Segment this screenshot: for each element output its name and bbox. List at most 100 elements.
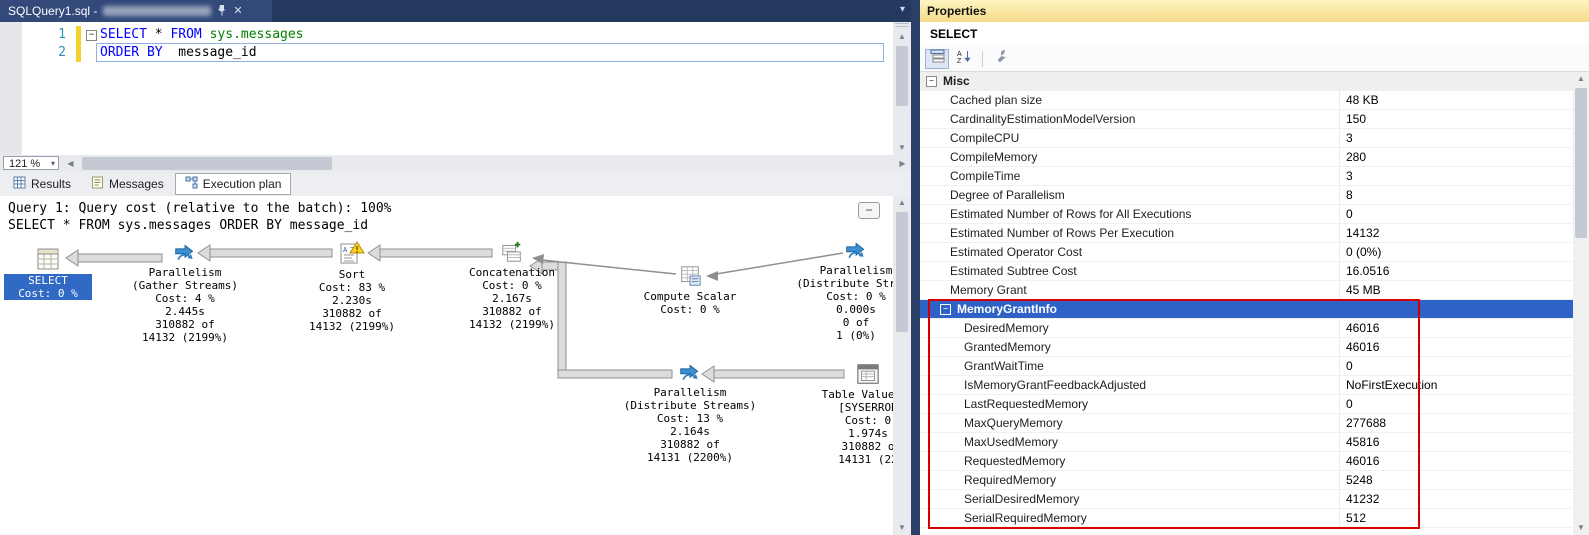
plan-node-line: 14132 (2199%) bbox=[115, 331, 255, 344]
property-name: SerialRequiredMemory bbox=[920, 509, 1340, 527]
scrollbar-thumb[interactable] bbox=[82, 157, 332, 170]
plan-node-compute-scalar[interactable]: Compute Scalar Cost: 0 % bbox=[620, 264, 760, 316]
property-row[interactable]: MaxUsedMemory45816 bbox=[920, 433, 1573, 452]
breakpoint-margin[interactable] bbox=[0, 22, 22, 155]
property-value: 0 (0%) bbox=[1340, 243, 1573, 261]
property-row[interactable]: CompileCPU3 bbox=[920, 129, 1573, 148]
property-row[interactable]: CompileTime3 bbox=[920, 167, 1573, 186]
plan-node-line: 310882 of bbox=[442, 305, 582, 318]
property-row[interactable]: CardinalityEstimationModelVersion150 bbox=[920, 110, 1573, 129]
property-row[interactable]: GrantedMemory46016 bbox=[920, 338, 1573, 357]
pin-icon[interactable] bbox=[217, 4, 227, 19]
plan-node-parallelism-gather[interactable]: Parallelism (Gather Streams) Cost: 4 % 2… bbox=[115, 242, 255, 344]
plan-node-parallelism-distribute[interactable]: Parallelism (Distribute Streams) Cost: 1… bbox=[613, 362, 767, 464]
property-value: 48 KB bbox=[1340, 91, 1573, 109]
property-name: CompileTime bbox=[920, 167, 1340, 185]
scroll-left-icon[interactable]: ◀ bbox=[62, 155, 79, 172]
scroll-up-icon[interactable]: ▲ bbox=[893, 196, 911, 210]
plan-node-concatenation[interactable]: Concatenation Cost: 0 % 2.167s 310882 of… bbox=[442, 240, 582, 331]
property-row[interactable]: Memory Grant45 MB bbox=[920, 281, 1573, 300]
close-icon[interactable]: ✕ bbox=[233, 6, 242, 17]
scrollbar-thumb[interactable] bbox=[1575, 88, 1587, 238]
document-tab[interactable]: SQLQuery1.sql - ✕ bbox=[0, 0, 272, 22]
properties-panel-header[interactable]: Properties bbox=[920, 0, 1589, 22]
plan-vertical-scrollbar[interactable]: ▲ ▼ bbox=[893, 196, 911, 535]
sql-keyword: FROM bbox=[170, 27, 201, 42]
collapse-icon[interactable]: − bbox=[940, 304, 951, 315]
property-row[interactable]: MaxQueryMemory277688 bbox=[920, 414, 1573, 433]
property-row[interactable]: CompileMemory280 bbox=[920, 148, 1573, 167]
property-name: GrantedMemory bbox=[920, 338, 1340, 356]
toolbar-separator bbox=[982, 51, 983, 67]
property-row[interactable]: RequiredMemory5248 bbox=[920, 471, 1573, 490]
execution-plan-pane[interactable]: Query 1: Query cost (relative to the bat… bbox=[0, 196, 911, 535]
scroll-down-icon[interactable]: ▼ bbox=[893, 141, 911, 155]
property-value: 3 bbox=[1340, 129, 1573, 147]
property-row[interactable]: IsMemoryGrantFeedbackAdjustedNoFirstExec… bbox=[920, 376, 1573, 395]
collapse-icon[interactable]: − bbox=[926, 76, 937, 87]
scroll-down-icon[interactable]: ▼ bbox=[893, 521, 911, 535]
scroll-up-icon[interactable]: ▲ bbox=[1573, 72, 1589, 86]
scrollbar-thumb[interactable] bbox=[896, 212, 908, 332]
property-row[interactable]: Degree of Parallelism8 bbox=[920, 186, 1573, 205]
property-name: Estimated Number of Rows for All Executi… bbox=[920, 205, 1340, 223]
properties-object-selector[interactable]: SELECT bbox=[920, 22, 1589, 46]
property-name: CardinalityEstimationModelVersion bbox=[920, 110, 1340, 128]
properties-grid: −Misc Cached plan size48 KB CardinalityE… bbox=[920, 72, 1573, 535]
plan-node-line: (Gather Streams) bbox=[115, 279, 255, 292]
property-row[interactable]: SerialDesiredMemory41232 bbox=[920, 490, 1573, 509]
sql-editor[interactable]: 1 2 − SELECT * FROM sys.messages ORDER B… bbox=[0, 22, 911, 155]
properties-scrollbar[interactable]: ▲ ▼ bbox=[1573, 72, 1589, 535]
property-row[interactable]: LastRequestedMemory0 bbox=[920, 395, 1573, 414]
scroll-right-icon[interactable]: ▶ bbox=[894, 155, 911, 172]
property-pages-button[interactable] bbox=[989, 49, 1013, 69]
property-row[interactable]: Cached plan size48 KB bbox=[920, 91, 1573, 110]
property-value: 0 bbox=[1340, 205, 1573, 223]
tab-messages[interactable]: Messages bbox=[82, 174, 173, 194]
scroll-down-icon[interactable]: ▼ bbox=[1573, 521, 1589, 535]
property-row[interactable]: SerialRequiredMemory512 bbox=[920, 509, 1573, 528]
property-row[interactable]: Estimated Operator Cost0 (0%) bbox=[920, 243, 1573, 262]
property-name: MaxUsedMemory bbox=[920, 433, 1340, 451]
property-group-row-memorygrantinfo[interactable]: −MemoryGrantInfo bbox=[920, 300, 1573, 319]
group-label: MemoryGrantInfo bbox=[957, 300, 1057, 318]
property-name: RequiredMemory bbox=[920, 471, 1340, 489]
editor-vertical-scrollbar[interactable]: ▲ ▼ bbox=[893, 22, 911, 155]
editor-horizontal-scrollbar[interactable]: 121 % ▾ ◀ ▶ bbox=[0, 155, 911, 172]
tab-label: Execution plan bbox=[203, 177, 282, 191]
scrollbar-thumb[interactable] bbox=[896, 46, 908, 106]
results-pane-tabs: Results Messages Execution plan bbox=[0, 172, 911, 196]
messages-icon bbox=[91, 176, 104, 192]
splitter-grip-icon[interactable] bbox=[895, 23, 909, 29]
select-result-icon bbox=[35, 246, 61, 272]
property-row[interactable]: RequestedMemory46016 bbox=[920, 452, 1573, 471]
category-row-misc[interactable]: −Misc bbox=[920, 72, 1573, 91]
tab-results[interactable]: Results bbox=[4, 174, 80, 194]
property-row[interactable]: Estimated Subtree Cost16.0516 bbox=[920, 262, 1573, 281]
sql-identifier: message_id bbox=[163, 45, 257, 60]
property-value: 41232 bbox=[1340, 490, 1573, 508]
plan-node-sort[interactable]: AZ Sort Cost: 83 % 2.230s 310882 of 1413… bbox=[282, 240, 422, 333]
alphabetical-sort-icon: AZ bbox=[957, 49, 972, 68]
plan-node-line: Parallelism bbox=[115, 266, 255, 279]
tab-label: Messages bbox=[109, 177, 164, 191]
property-row[interactable]: DesiredMemory46016 bbox=[920, 319, 1573, 338]
chevron-down-icon[interactable]: ▾ bbox=[900, 4, 905, 15]
property-row[interactable]: Estimated Number of Rows Per Execution14… bbox=[920, 224, 1573, 243]
property-value: 280 bbox=[1340, 148, 1573, 166]
categorized-button[interactable] bbox=[925, 49, 949, 69]
parallelism-icon bbox=[174, 242, 196, 264]
alphabetical-sort-button[interactable]: AZ bbox=[952, 49, 976, 69]
property-row[interactable]: Estimated Number of Rows for All Executi… bbox=[920, 205, 1573, 224]
redacted-title-text bbox=[103, 6, 211, 16]
plan-node-select[interactable]: SELECT Cost: 0 % bbox=[4, 246, 92, 300]
scroll-up-icon[interactable]: ▲ bbox=[893, 30, 911, 44]
tab-label: Results bbox=[31, 177, 71, 191]
property-value: 14132 bbox=[1340, 224, 1573, 242]
property-value: 512 bbox=[1340, 509, 1573, 527]
code-fold-icon[interactable]: − bbox=[86, 30, 97, 41]
tab-execution-plan[interactable]: Execution plan bbox=[175, 173, 292, 195]
parallelism-icon bbox=[845, 240, 867, 262]
property-row[interactable]: GrantWaitTime0 bbox=[920, 357, 1573, 376]
zoom-select[interactable]: 121 % ▾ bbox=[3, 156, 59, 170]
